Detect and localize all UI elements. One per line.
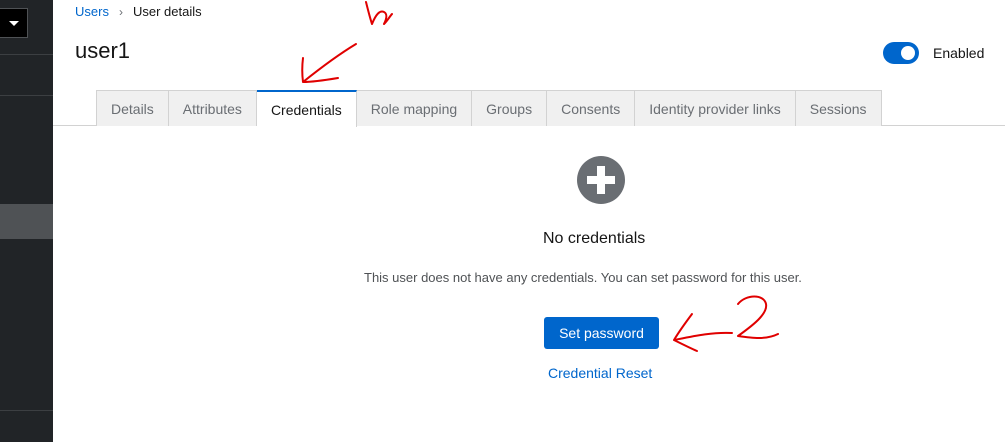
plus-circle-icon (577, 156, 625, 204)
empty-state-title: No credentials (543, 230, 646, 247)
set-password-button[interactable]: Set password (544, 317, 659, 349)
annotation-mark-1 (365, 1, 393, 25)
tab-bar: Details Attributes Credentials Role mapp… (96, 90, 882, 127)
enabled-label: Enabled (933, 45, 985, 61)
empty-state-body: This user does not have any credentials.… (364, 270, 802, 285)
breadcrumb-users-link[interactable]: Users (75, 4, 109, 19)
annotation-arrow-1 (301, 43, 357, 83)
breadcrumb-current: User details (132, 4, 202, 19)
tab-identity-provider-links[interactable]: Identity provider links (635, 90, 796, 126)
tab-consents[interactable]: Consents (547, 90, 636, 126)
sidebar-dropdown-toggle[interactable] (0, 8, 28, 38)
sidebar-item-active[interactable] (0, 204, 53, 239)
annotation-mark-2 (737, 295, 779, 339)
credential-reset-link[interactable]: Credential Reset (548, 365, 652, 381)
tab-credentials[interactable]: Credentials (256, 90, 357, 127)
annotation-arrow-2 (673, 313, 733, 352)
tab-groups[interactable]: Groups (472, 90, 548, 126)
sidebar-divider (0, 54, 53, 55)
caret-down-icon (8, 20, 19, 26)
sidebar-divider (0, 95, 53, 96)
tab-role-mapping[interactable]: Role mapping (356, 90, 473, 126)
tab-attributes[interactable]: Attributes (168, 90, 257, 126)
enabled-toggle[interactable] (883, 42, 919, 64)
tab-sessions[interactable]: Sessions (795, 90, 882, 126)
sidebar (0, 0, 53, 442)
enabled-switch[interactable]: Enabled (883, 42, 984, 64)
breadcrumb: Users › User details (75, 4, 202, 19)
tab-details[interactable]: Details (96, 90, 169, 126)
sidebar-divider (0, 410, 53, 411)
annotation-overlay (301, 1, 779, 352)
page-title: user1 (75, 38, 131, 63)
breadcrumb-separator-icon: › (118, 4, 123, 19)
